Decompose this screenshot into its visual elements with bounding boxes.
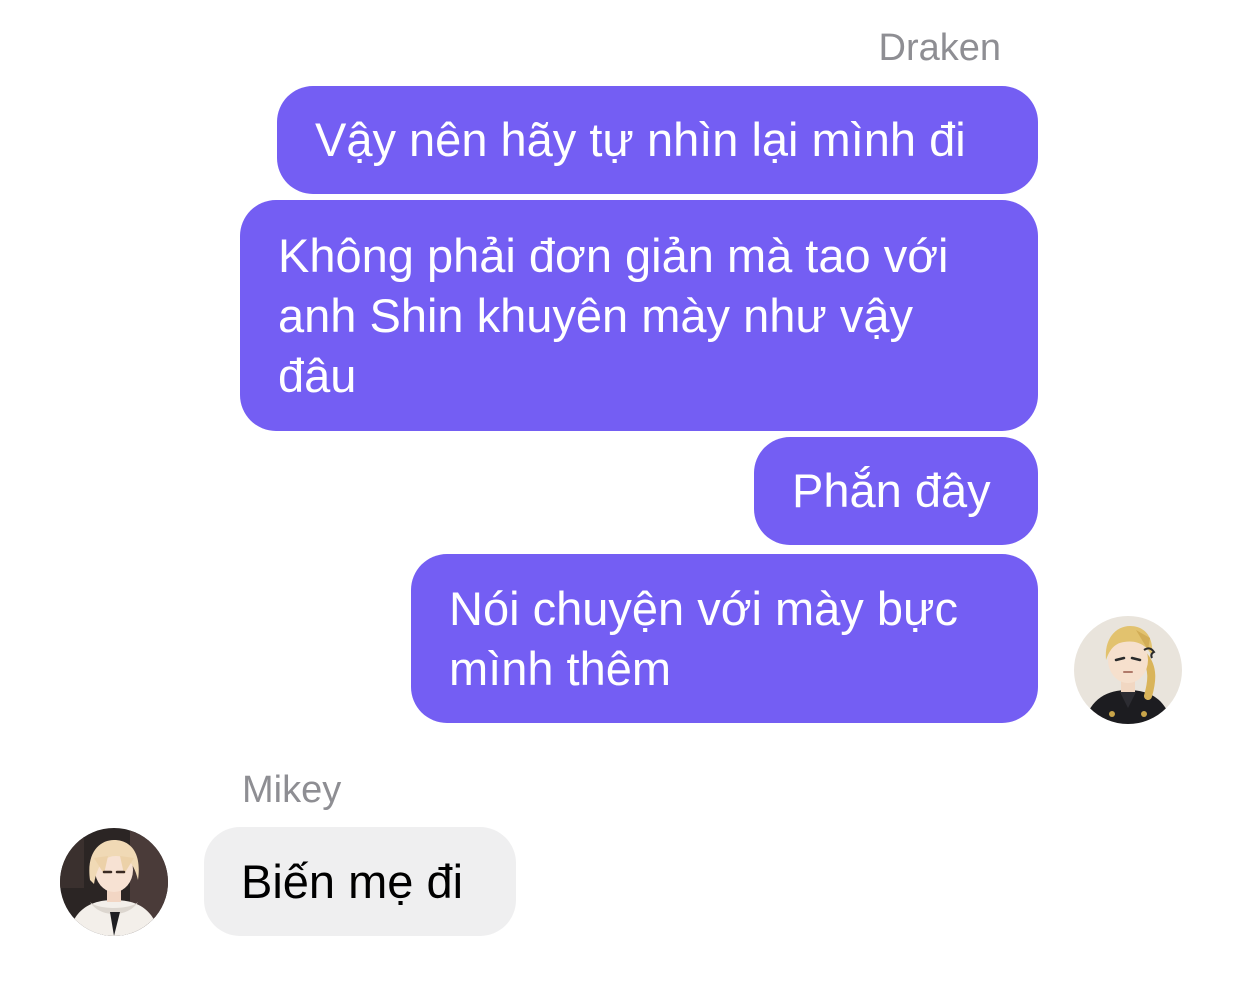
message-bubble[interactable]: Biến mẹ đi [204, 827, 516, 936]
draken-avatar-icon[interactable] [1074, 616, 1182, 724]
message-bubble[interactable]: Không phải đơn giản mà tao với anh Shin … [240, 200, 1038, 431]
message-text: Nói chuyện với mày bực mình thêm [449, 581, 958, 695]
message-text: Phắn đây [792, 464, 991, 517]
message-text: Không phải đơn giản mà tao với anh Shin … [278, 228, 949, 402]
message-text: Biến mẹ đi [241, 854, 464, 908]
mikey-avatar-icon[interactable] [60, 828, 168, 936]
message-text: Vậy nên hãy tự nhìn lại mình đi [315, 113, 966, 166]
message-bubble[interactable]: Phắn đây [754, 437, 1038, 545]
message-bubble[interactable]: Nói chuyện với mày bực mình thêm [411, 554, 1038, 723]
sender-name-mikey: Mikey [242, 769, 342, 811]
sender-name-draken: Draken [878, 27, 1002, 69]
message-bubble[interactable]: Vậy nên hãy tự nhìn lại mình đi [277, 86, 1038, 194]
